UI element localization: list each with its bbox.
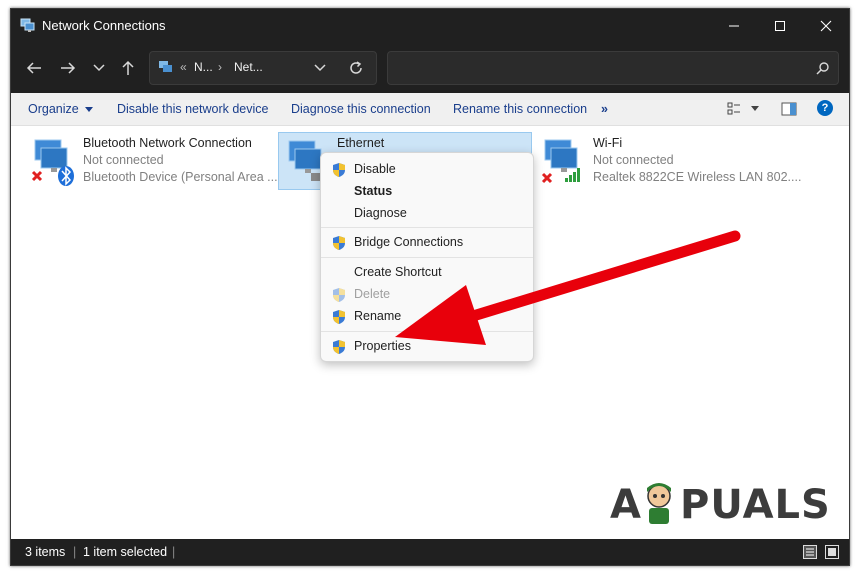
mascot-logo-icon: [647, 483, 671, 524]
watermark-text: PUALS: [680, 482, 831, 528]
watermark-text: A: [610, 482, 642, 528]
appuals-watermark: A PUALS: [600, 478, 830, 528]
